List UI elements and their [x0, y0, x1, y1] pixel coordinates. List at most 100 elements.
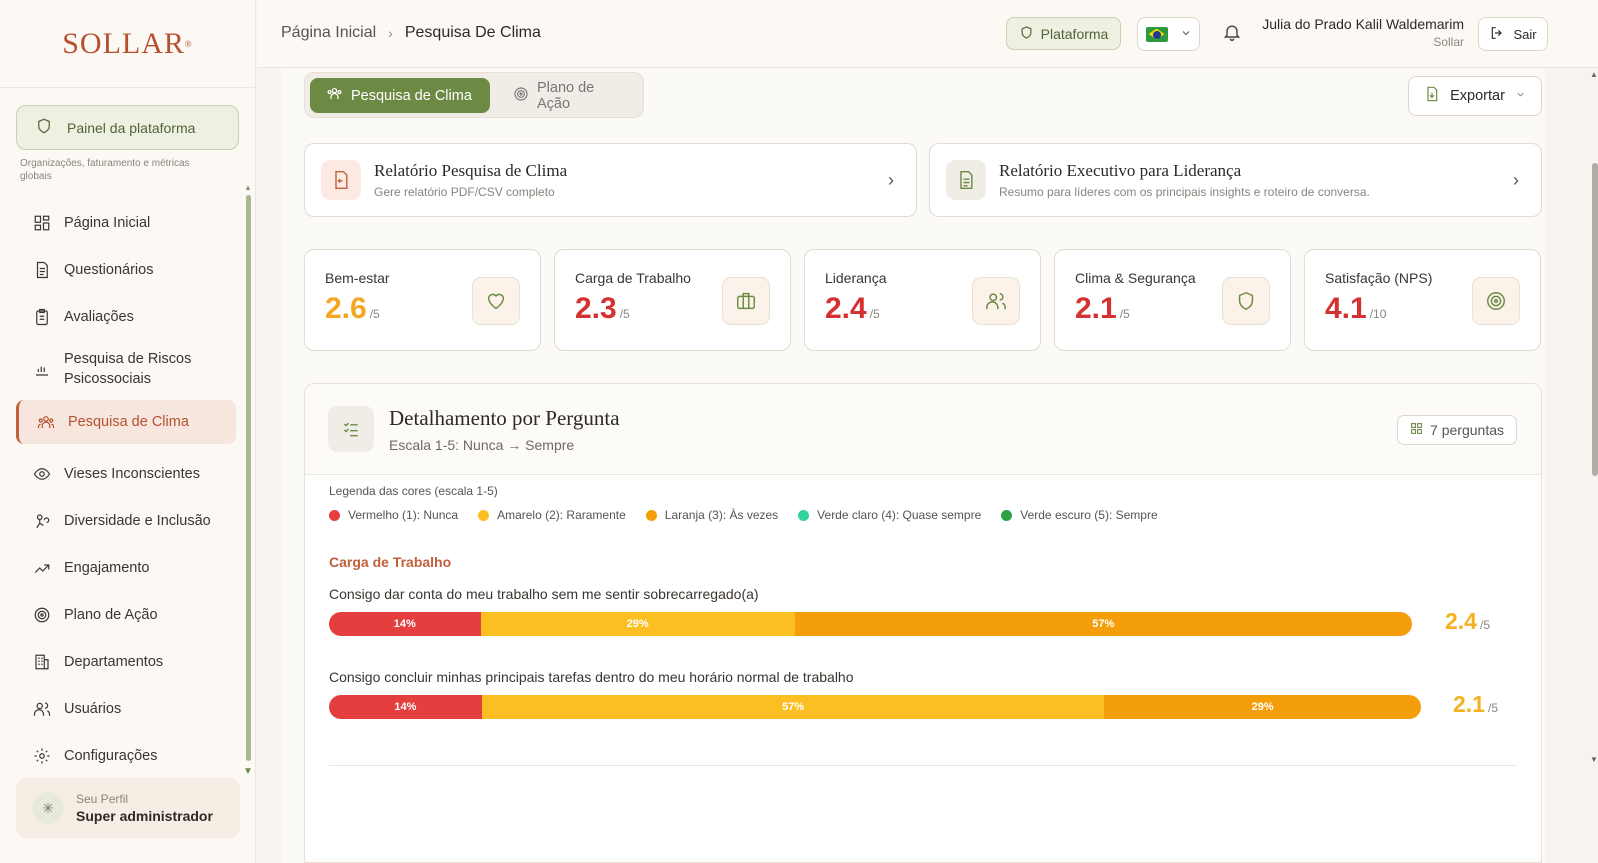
bar-chart-icon	[32, 359, 52, 379]
sidebar-item-usuarios[interactable]: Usuários	[16, 685, 236, 732]
main-scroll-up[interactable]: ▲	[1590, 70, 1598, 79]
sidebar-item-label: Página Inicial	[64, 214, 151, 231]
report-card-lideranca[interactable]: Relatório Executivo para Liderança Resum…	[929, 143, 1542, 217]
sidebar-item-plano-de-acao[interactable]: Plano de Ação	[16, 591, 236, 638]
gear-icon	[32, 746, 52, 766]
segment-label: 14%	[393, 618, 416, 630]
target-icon	[1472, 277, 1520, 325]
score-scale: /5	[1479, 618, 1490, 632]
segment-label: 14%	[394, 701, 417, 713]
platform-panel-label: Painel da plataforma	[67, 119, 196, 136]
sidebar-item-engajamento[interactable]: Engajamento	[16, 544, 236, 591]
segment-label: 29%	[626, 618, 649, 630]
logo-text: SOLLAR	[62, 26, 185, 60]
heart-icon	[472, 277, 520, 325]
legend-dot	[478, 509, 490, 521]
color-legend: Vermelho (1): Nunca Amarelo (2): Raramen…	[329, 508, 1158, 522]
kpi-card-clima-seguranca: Clima & Segurança 2.1/5	[1054, 249, 1291, 351]
bell-icon[interactable]	[1222, 22, 1244, 44]
sollar-logo[interactable]: SOLLAR ®	[0, 0, 255, 88]
export-label: Exportar	[1450, 88, 1505, 104]
bar-segment-raramente: 29%	[480, 612, 795, 636]
score-value: 2.1	[1453, 691, 1485, 717]
legend-item: Verde claro (4): Quase sempre	[798, 508, 981, 522]
question-detail-panel: Detalhamento por Pergunta Escala 1-5: Nu…	[304, 383, 1542, 863]
main-scroll-down[interactable]: ▼	[1590, 755, 1598, 764]
tab-plano-de-acao[interactable]: Plano de Ação	[497, 78, 643, 113]
platform-button[interactable]: Plataforma	[1006, 17, 1121, 50]
diversity-icon	[32, 511, 52, 531]
chevron-right-icon: ›	[388, 25, 393, 41]
legend-dot	[1001, 509, 1013, 521]
legend-item: Amarelo (2): Raramente	[478, 508, 626, 522]
sidebar-item-label: Questionários	[64, 261, 154, 278]
report-title: Relatório Executivo para Liderança	[999, 161, 1242, 180]
sidebar-item-label: Usuários	[64, 700, 122, 717]
chevron-down-icon	[1180, 26, 1192, 42]
kpi-value: 2.3	[575, 292, 617, 325]
file-download-icon	[1424, 86, 1440, 106]
question-count-badge: 7 perguntas	[1397, 415, 1517, 445]
shield-icon	[1019, 25, 1034, 43]
document-icon	[946, 160, 986, 200]
sidebar-item-pesquisa-de-clima[interactable]: Pesquisa de Clima	[16, 400, 236, 444]
sidebar-item-pagina-inicial[interactable]: Página Inicial	[16, 199, 236, 246]
legend-label: Verde claro (4): Quase sempre	[817, 508, 982, 522]
logout-button[interactable]: Sair	[1478, 17, 1548, 51]
document-icon	[32, 260, 52, 280]
sidebar-item-configuracoes[interactable]: Configurações	[16, 732, 236, 771]
sidebar-item-riscos-psicossociais[interactable]: Pesquisa de Riscos Psicossociais	[16, 340, 236, 398]
eye-icon	[32, 464, 52, 484]
brazil-flag-icon	[1145, 26, 1168, 42]
detail-subtitle: Escala 1-5: Nunca → Sempre	[389, 437, 575, 453]
tab-label: Pesquisa de Clima	[351, 87, 472, 104]
target-icon	[32, 605, 52, 625]
report-title: Relatório Pesquisa de Clima	[374, 161, 568, 180]
platform-panel-description: Organizações, faturamento e métricas glo…	[20, 158, 190, 182]
sidebar-item-diversidade-inclusao[interactable]: Diversidade e Inclusão	[16, 497, 236, 544]
briefcase-icon	[722, 277, 770, 325]
question-score: 2.1/5	[1453, 691, 1498, 718]
report-card-clima[interactable]: Relatório Pesquisa de Clima Gere relatór…	[304, 143, 917, 217]
kpi-card-satisfacao-nps: Satisfação (NPS) 4.1/10	[1304, 249, 1541, 351]
detail-header: Detalhamento por Pergunta Escala 1-5: Nu…	[305, 384, 1541, 475]
question-text: Consigo concluir minhas principais taref…	[329, 669, 854, 685]
user-info[interactable]: Julia do Prado Kalil Waldemarim Sollar	[1262, 16, 1464, 49]
platform-panel-button[interactable]: Painel da plataforma	[16, 105, 239, 150]
kpi-scale: /10	[1369, 307, 1387, 321]
sidebar-item-label: Pesquisa de Clima	[68, 414, 189, 430]
top-header: Página Inicial › Pesquisa De Clima Plata…	[257, 0, 1598, 68]
question-response-bar: 14% 29% 57%	[329, 612, 1412, 636]
language-selector[interactable]	[1137, 17, 1200, 51]
kpi-card-lideranca: Liderança 2.4/5	[804, 249, 1041, 351]
section-title: Carga de Trabalho	[329, 554, 452, 570]
logout-label: Sair	[1513, 26, 1537, 42]
sidebar-item-vieses-inconscientes[interactable]: Vieses Inconscientes	[16, 450, 236, 497]
question-response-bar: 14% 57% 29%	[329, 695, 1421, 719]
profile-role: Super administrador	[76, 808, 213, 824]
legend-label: Amarelo (2): Raramente	[497, 508, 626, 522]
legend-label: Vermelho (1): Nunca	[348, 508, 459, 522]
sidebar-item-avaliacoes[interactable]: Avaliações	[16, 293, 236, 340]
profile-card[interactable]: ✳ Seu Perfil Super administrador	[16, 778, 240, 838]
breadcrumb-home[interactable]: Página Inicial	[281, 24, 376, 42]
sidebar-nav: Página Inicial Questionários Avaliações …	[16, 199, 236, 771]
sidebar-scroll-down[interactable]: ▼	[243, 766, 253, 777]
kpi-card-carga-trabalho: Carga de Trabalho 2.3/5	[554, 249, 791, 351]
breadcrumb-current: Pesquisa De Clima	[404, 24, 541, 41]
sidebar-item-label: Plano de Ação	[64, 606, 158, 623]
bar-segment-as-vezes: 29%	[1104, 695, 1421, 719]
sidebar-scrollbar[interactable]	[246, 195, 251, 761]
sidebar-item-questionarios[interactable]: Questionários	[16, 246, 236, 293]
bar-segment-raramente: 57%	[481, 695, 1105, 719]
tab-pesquisa-de-clima[interactable]: Pesquisa de Clima	[310, 78, 490, 113]
bar-segment-as-vezes: 57%	[794, 612, 1412, 636]
sidebar-scroll-up[interactable]: ▲	[244, 183, 252, 192]
export-button[interactable]: Exportar	[1408, 76, 1542, 116]
sidebar-item-label: Engajamento	[64, 559, 150, 576]
detail-title: Detalhamento por Pergunta	[389, 406, 620, 430]
sidebar-item-departamentos[interactable]: Departamentos	[16, 638, 236, 685]
people-group-icon	[36, 412, 56, 432]
legend-label: Verde escuro (5): Sempre	[1020, 508, 1158, 522]
main-scrollbar[interactable]	[1592, 163, 1598, 476]
